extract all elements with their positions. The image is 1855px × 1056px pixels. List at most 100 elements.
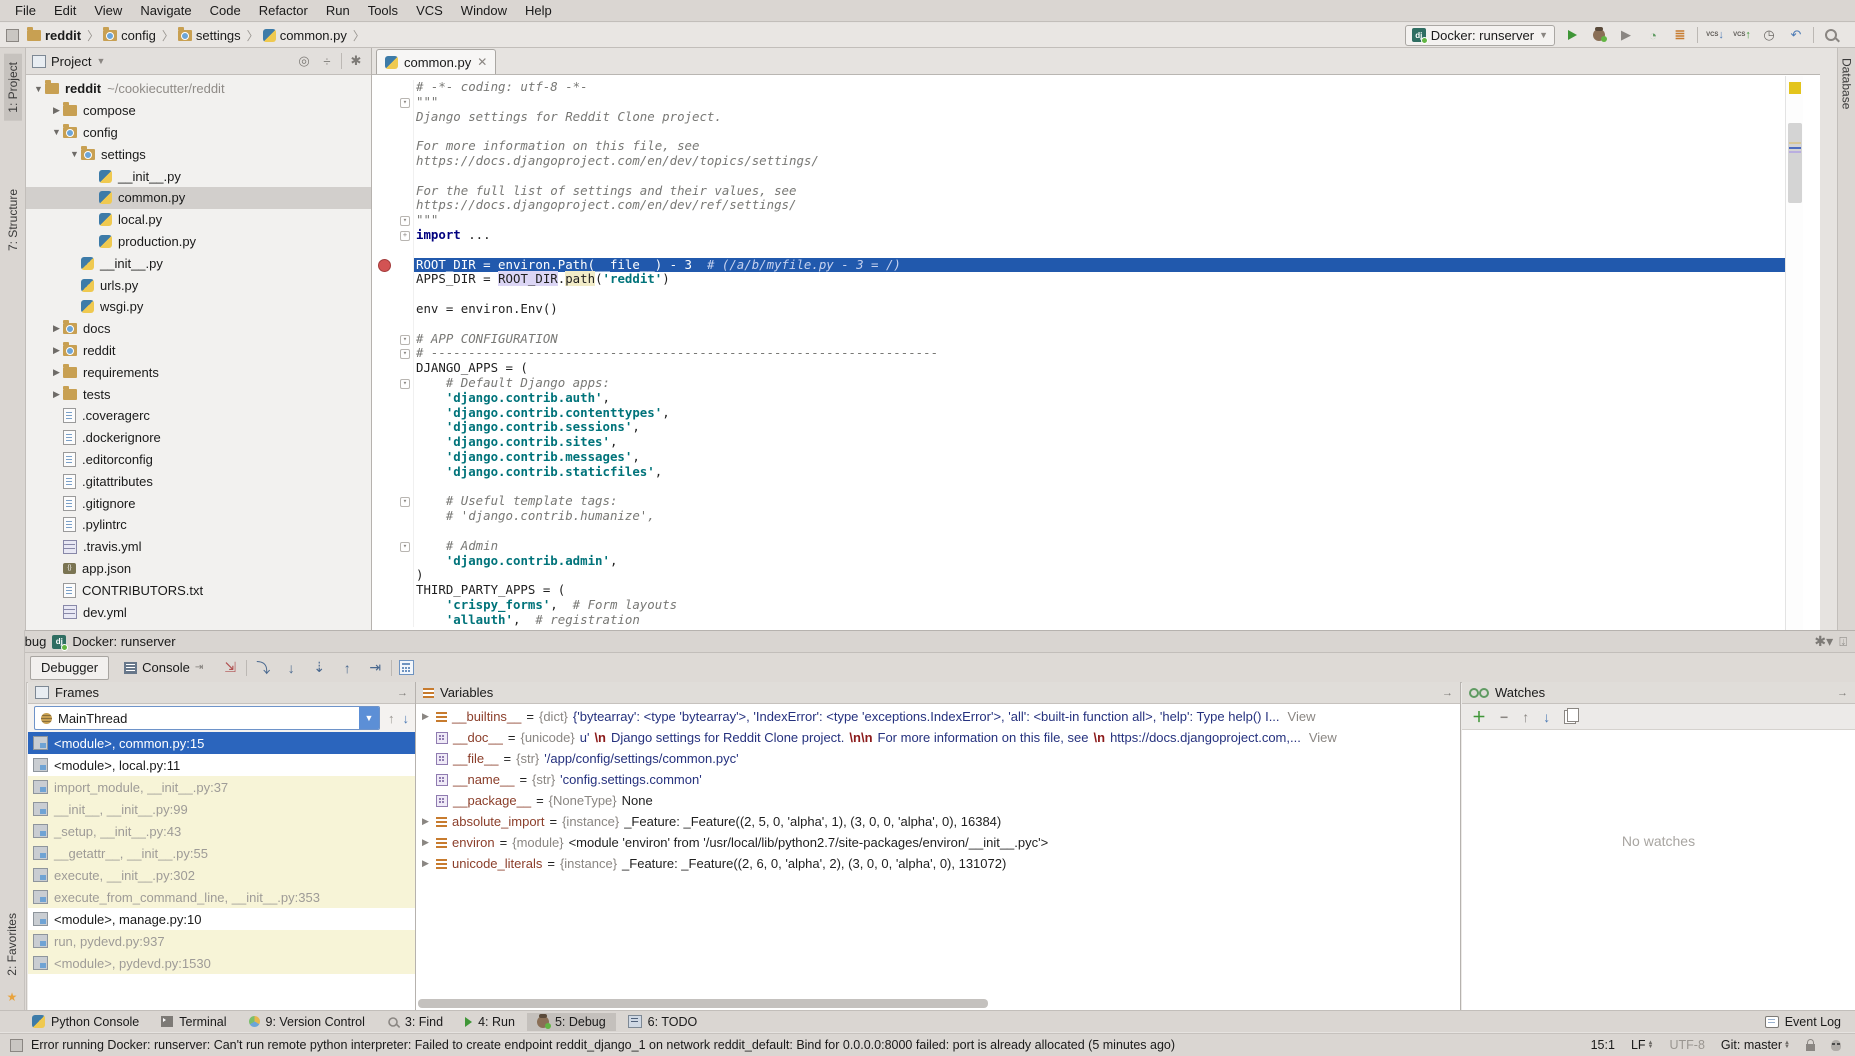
code-line[interactable]: 'crispy_forms', # Form layouts	[372, 598, 1786, 613]
tree-item-compose[interactable]: ▶compose	[26, 100, 371, 122]
variable-row[interactable]: ▶__builtins__ = {dict}{'bytearray': <typ…	[416, 706, 1460, 727]
code-line[interactable]	[372, 524, 1786, 539]
evaluate-expression-icon[interactable]	[396, 658, 416, 678]
tool-window-tab-6-todo[interactable]: 6: TODO	[618, 1013, 708, 1031]
close-icon[interactable]: ✕	[477, 55, 487, 69]
tool-window-tab-4-run[interactable]: 4: Run	[455, 1013, 525, 1031]
code-line[interactable]: 'django.contrib.sessions',	[372, 420, 1786, 435]
tree-item-CONTRIBUTORS-txt[interactable]: CONTRIBUTORS.txt	[26, 579, 371, 601]
tree-item-settings[interactable]: ▼settings	[26, 143, 371, 165]
tree-item--dockerignore[interactable]: .dockerignore	[26, 427, 371, 449]
chevron-collapsed-icon[interactable]: ▶	[50, 323, 63, 334]
code-line[interactable]: DJANGO_APPS = (	[372, 361, 1786, 376]
tree-item-dev-yml[interactable]: dev.yml	[26, 601, 371, 623]
fold-marker-icon[interactable]: ▾	[400, 98, 410, 108]
editor-tab-common-py[interactable]: common.py ✕	[376, 49, 496, 74]
breadcrumb-item-reddit[interactable]: reddit	[27, 28, 81, 43]
chevron-collapsed-icon[interactable]: ▶	[420, 711, 431, 722]
tree-item-reddit[interactable]: ▶reddit	[26, 340, 371, 362]
tree-item-requirements[interactable]: ▶requirements	[26, 361, 371, 383]
tree-item--gitignore[interactable]: .gitignore	[26, 492, 371, 514]
menu-item-code[interactable]: Code	[201, 3, 250, 18]
chevron-collapsed-icon[interactable]: ▶	[50, 345, 63, 356]
code-line[interactable]: env = environ.Env()	[372, 302, 1786, 317]
add-watch-icon[interactable]: ＋	[1472, 707, 1486, 727]
variable-row[interactable]: __package__ = {NoneType}None	[416, 790, 1460, 811]
move-down-icon[interactable]: ↓	[1543, 709, 1550, 725]
code-line[interactable]: ▾ # Useful template tags:	[372, 494, 1786, 509]
step-into-icon[interactable]: ↓	[279, 658, 303, 678]
tree-item-reddit[interactable]: ▼reddit~/cookiecutter/reddit	[26, 78, 371, 100]
tree-item--editorconfig[interactable]: .editorconfig	[26, 449, 371, 471]
chevron-expanded-icon[interactable]: ▼	[68, 149, 81, 159]
code-line[interactable]	[372, 169, 1786, 184]
chevron-collapsed-icon[interactable]: ▶	[420, 858, 431, 869]
code-line[interactable]: 'django.contrib.sites',	[372, 435, 1786, 450]
tree-item-wsgi-py[interactable]: wsgi.py	[26, 296, 371, 318]
sidebar-tab-favorites[interactable]: 2: Favorites	[3, 905, 21, 984]
sidebar-tab-database[interactable]: Database	[1839, 52, 1855, 115]
tree-item-urls-py[interactable]: urls.py	[26, 274, 371, 296]
lock-icon[interactable]	[1806, 1044, 1815, 1051]
menu-item-navigate[interactable]: Navigate	[131, 3, 200, 18]
code-line[interactable]: Django settings for Reddit Clone project…	[372, 110, 1786, 125]
editor-scrollbar[interactable]	[1785, 76, 1803, 630]
fold-marker-icon[interactable]: ▾	[400, 335, 410, 345]
tool-window-tab-python-console[interactable]: Python Console	[22, 1013, 149, 1031]
frame-row[interactable]: __init__, __init__.py:99	[28, 798, 415, 820]
variables-horizontal-scrollbar[interactable]	[418, 999, 988, 1008]
vcs-commit-button[interactable]: VCS↑	[1732, 25, 1752, 45]
variable-row[interactable]: __doc__ = {unicode}u'\nDjango settings f…	[416, 727, 1460, 748]
menu-item-edit[interactable]: Edit	[45, 3, 85, 18]
code-line[interactable]: 'django.contrib.staticfiles',	[372, 465, 1786, 480]
code-area[interactable]: # -*- coding: utf-8 -*-▾"""Django settin…	[372, 76, 1786, 630]
tool-window-tab-3-find[interactable]: 3: Find	[377, 1013, 453, 1031]
menu-item-vcs[interactable]: VCS	[407, 3, 452, 18]
code-line[interactable]: THIRD_PARTY_APPS = (	[372, 583, 1786, 598]
hector-inspections-icon[interactable]	[1831, 1040, 1841, 1051]
chevron-down-icon[interactable]: ▼	[96, 56, 105, 66]
code-line[interactable]: ▾ # Default Django apps:	[372, 376, 1786, 391]
menu-item-view[interactable]: View	[85, 3, 131, 18]
debug-button[interactable]	[1589, 25, 1609, 45]
tree-item-tests[interactable]: ▶tests	[26, 383, 371, 405]
tree-item-docs[interactable]: ▶docs	[26, 318, 371, 340]
code-line[interactable]: ROOT_DIR = environ.Path(__file__) - 3 # …	[372, 258, 1786, 273]
chevron-collapsed-icon[interactable]: ▶	[50, 367, 63, 378]
code-line[interactable]: ▾ # Admin	[372, 539, 1786, 554]
collapse-all-icon[interactable]: ÷	[318, 54, 336, 69]
frame-row[interactable]: _setup, __init__.py:43	[28, 820, 415, 842]
tree-item-app-json[interactable]: {}app.json	[26, 558, 371, 580]
hide-panel-icon[interactable]: →	[1442, 687, 1453, 699]
code-line[interactable]: 'django.contrib.admin',	[372, 554, 1786, 569]
fold-marker-icon[interactable]: ▾	[400, 216, 410, 226]
chevron-collapsed-icon[interactable]: ▶	[50, 105, 63, 116]
hide-panel-icon[interactable]: →	[1837, 687, 1848, 699]
frame-row[interactable]: <module>, pydevd.py:1530	[28, 952, 415, 974]
code-line[interactable]: )	[372, 568, 1786, 583]
step-out-icon[interactable]: ↑	[335, 658, 359, 678]
menu-item-window[interactable]: Window	[452, 3, 516, 18]
code-line[interactable]: 'allauth', # registration	[372, 613, 1786, 628]
gear-icon[interactable]: ✱▾	[1814, 633, 1833, 650]
tab-console[interactable]: Console ⇥	[113, 656, 214, 680]
hide-panel-icon[interactable]: →	[397, 687, 408, 699]
code-line[interactable]: For more information on this file, see	[372, 139, 1786, 154]
code-line[interactable]	[372, 480, 1786, 495]
tab-debugger[interactable]: Debugger	[30, 656, 109, 680]
code-line[interactable]: 'django.contrib.contenttypes',	[372, 406, 1786, 421]
menu-item-help[interactable]: Help	[516, 3, 561, 18]
breadcrumb-item-config[interactable]: config	[103, 28, 156, 43]
variable-row[interactable]: __file__ = {str}'/app/config/settings/co…	[416, 748, 1460, 769]
chevron-expanded-icon[interactable]: ▼	[32, 84, 45, 94]
breadcrumb-item-common-py[interactable]: common.py	[263, 28, 347, 43]
tree-item--gitattributes[interactable]: .gitattributes	[26, 470, 371, 492]
code-line[interactable]: ▾# APP CONFIGURATION	[372, 332, 1786, 347]
locate-file-icon[interactable]: ◎	[295, 53, 313, 69]
variable-row[interactable]: ▶absolute_import = {instance}_Feature: _…	[416, 811, 1460, 832]
frame-row[interactable]: <module>, manage.py:10	[28, 908, 415, 930]
profiler-button[interactable]: ◔	[1643, 25, 1663, 45]
tree-item--coveragerc[interactable]: .coveragerc	[26, 405, 371, 427]
sidebar-tab-project[interactable]: 1: Project	[4, 54, 22, 121]
tool-window-tab-terminal[interactable]: Terminal	[151, 1013, 236, 1031]
